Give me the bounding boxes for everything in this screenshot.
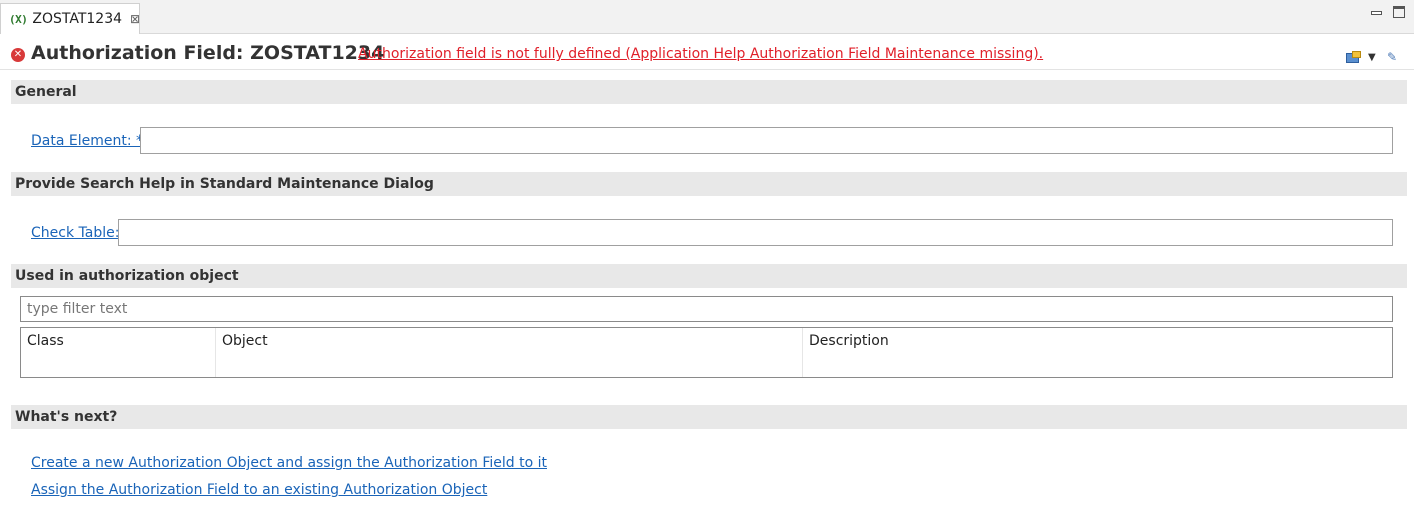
tab-title: ZOSTAT1234 [32, 11, 123, 27]
maximize-icon[interactable] [1393, 6, 1405, 18]
edit-icon[interactable]: ✎ [1387, 50, 1397, 64]
close-icon[interactable]: ⊠ [130, 12, 140, 26]
column-header-description[interactable]: Description [803, 328, 1392, 377]
assign-authorization-object-link[interactable]: Assign the Authorization Field to an exi… [31, 482, 487, 498]
section-used-in-header: Used in authorization object [11, 264, 1407, 288]
column-header-class[interactable]: Class [21, 328, 216, 377]
create-authorization-object-link[interactable]: Create a new Authorization Object and as… [31, 455, 547, 471]
section-search-help-header: Provide Search Help in Standard Maintena… [11, 172, 1407, 196]
authorization-object-table: Class Object Description [20, 327, 1393, 378]
data-element-input[interactable] [140, 127, 1393, 154]
authorization-field-icon: (X) [9, 12, 28, 26]
check-table-label-link[interactable]: Check Table: [31, 225, 119, 241]
minimize-icon[interactable] [1370, 6, 1382, 18]
check-table-input[interactable] [118, 219, 1393, 246]
section-general-header: General [11, 80, 1407, 104]
section-whats-next-header: What's next? [11, 405, 1407, 429]
editor-tab[interactable]: (X) ZOSTAT1234 ⊠ [0, 3, 140, 34]
chevron-down-icon[interactable]: ▼ [1368, 52, 1376, 63]
toolbar-action-icon[interactable] [1346, 51, 1362, 64]
error-icon: ✕ [11, 48, 25, 62]
data-element-label-link[interactable]: Data Element: * [31, 133, 143, 149]
editor-tab-bar: (X) ZOSTAT1234 ⊠ [0, 0, 1414, 34]
page-title: Authorization Field: ZOSTAT1234 [31, 42, 385, 64]
editor-header: ✕ Authorization Field: ZOSTAT1234 Author… [0, 38, 1414, 70]
column-header-object[interactable]: Object [216, 328, 803, 377]
filter-input[interactable] [20, 296, 1393, 322]
error-message-link[interactable]: Authorization field is not fully defined… [358, 46, 1043, 62]
